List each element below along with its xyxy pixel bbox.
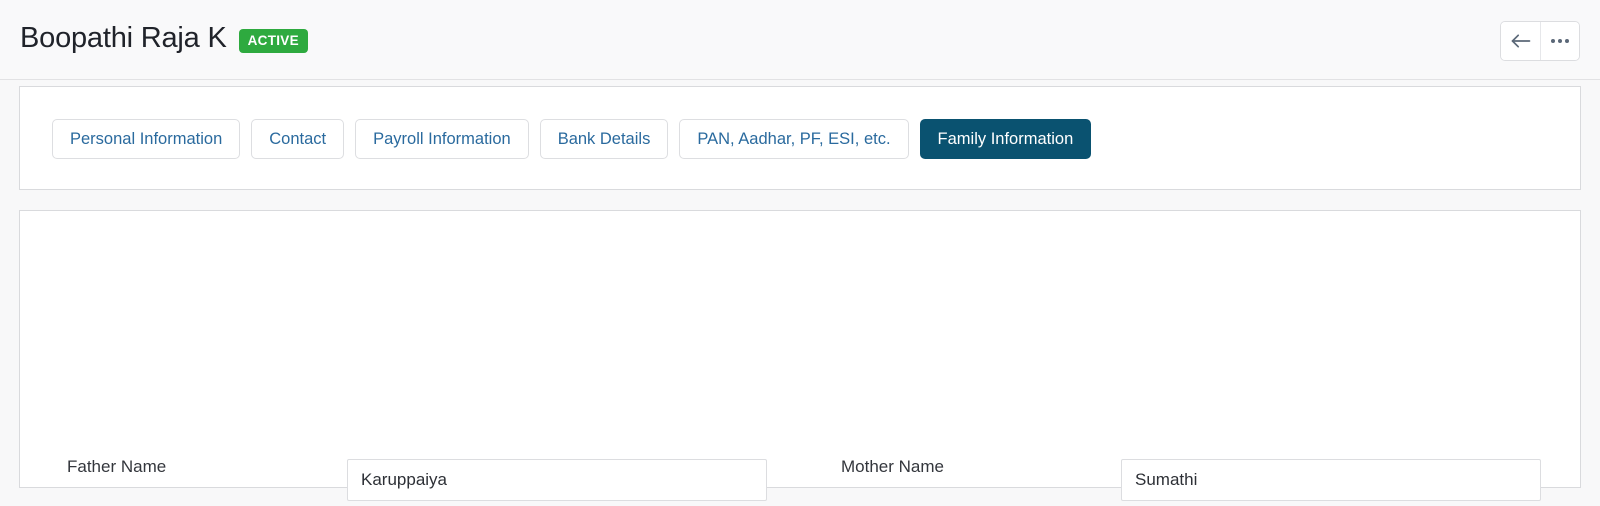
- tab-pan-aadhar-pf-esi[interactable]: PAN, Aadhar, PF, ESI, etc.: [679, 119, 909, 159]
- status-badge: ACTIVE: [238, 29, 308, 53]
- left-arrow-icon: [1510, 32, 1532, 50]
- family-information-form-card: Father Name Mother Name Marital Status U…: [19, 210, 1581, 501]
- header-actions: [1500, 21, 1580, 61]
- tab-payroll-information[interactable]: Payroll Information: [355, 119, 529, 159]
- family-information-form: Father Name Mother Name Marital Status U…: [20, 211, 1580, 501]
- page-header: Boopathi Raja K ACTIVE: [0, 0, 1600, 80]
- tab-family-information[interactable]: Family Information: [919, 119, 1092, 159]
- tab-personal-information[interactable]: Personal Information: [52, 119, 241, 159]
- more-options-button[interactable]: [1540, 22, 1579, 60]
- mother-name-input[interactable]: [1121, 459, 1541, 501]
- father-name-input[interactable]: [347, 459, 767, 501]
- ellipsis-icon: [1549, 37, 1571, 45]
- tab-contact[interactable]: Contact: [251, 119, 345, 159]
- page-title: Boopathi Raja K: [20, 22, 227, 54]
- tab-bank-details[interactable]: Bank Details: [539, 119, 669, 159]
- title-group: Boopathi Raja K ACTIVE: [20, 20, 308, 56]
- mother-name-label: Mother Name: [841, 457, 944, 476]
- back-button[interactable]: [1501, 22, 1540, 60]
- tabs-card: Personal Information Contact Payroll Inf…: [19, 86, 1581, 190]
- employee-detail-page: Boopathi Raja K ACTIVE Personal Informat…: [0, 0, 1600, 506]
- father-name-label: Father Name: [67, 457, 167, 476]
- tab-bar: Personal Information Contact Payroll Inf…: [52, 119, 1092, 159]
